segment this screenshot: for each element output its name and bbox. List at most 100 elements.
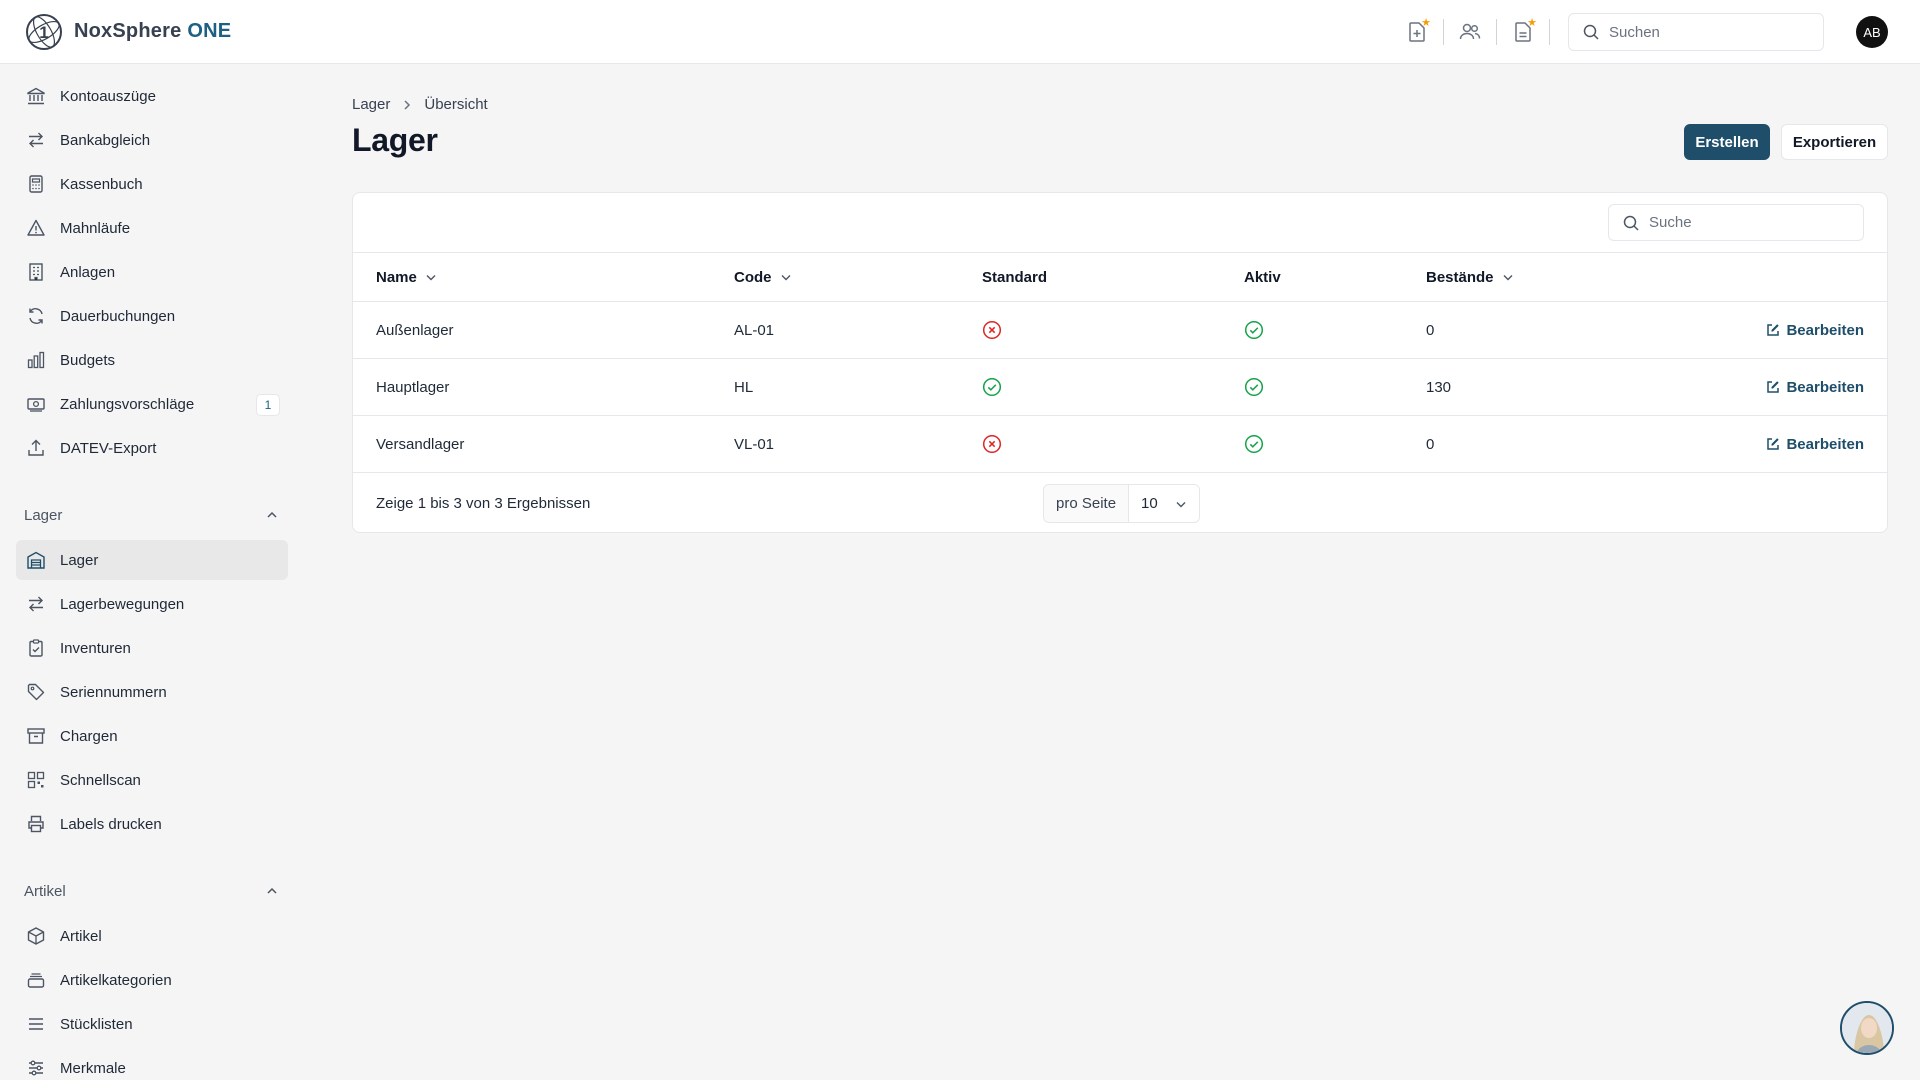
sidebar-item-schnellscan[interactable]: Schnellscan [16,760,288,800]
column-header-standard: Standard [982,268,1048,286]
top-bar: 1 NoxSphereONE ★ ★ AB [0,0,1920,64]
sidebar-item-anlagen[interactable]: Anlagen [16,252,288,292]
sidebar-item-stuecklisten[interactable]: Stücklisten [16,1004,288,1044]
table-search-input[interactable] [1649,214,1839,231]
qr-code-icon [26,770,46,790]
sidebar-item-label: Labels drucken [60,815,162,833]
sidebar-item-labels-drucken[interactable]: Labels drucken [16,804,288,844]
column-header-aktiv: Aktiv [1244,268,1281,286]
sidebar-item-label: Budgets [60,351,116,369]
table-search[interactable] [1608,204,1864,241]
sidebar-item-label: Mahnläufe [60,219,131,237]
cell-code: AL-01 [734,321,775,339]
star-icon: ★ [1421,17,1431,29]
chevron-down-icon [780,271,792,283]
edit-icon [1766,380,1780,394]
divider [1549,19,1550,45]
sidebar-item-seriennummern[interactable]: Seriennummern [16,672,288,712]
edit-button[interactable]: Bearbeiten [1766,359,1864,415]
refresh-icon [26,306,46,326]
sliders-icon [26,1058,46,1078]
sidebar-section-label: Artikel [24,882,66,900]
brand[interactable]: 1 NoxSphere ONE [24,12,231,52]
global-search[interactable] [1568,13,1824,51]
building-icon [26,262,46,282]
per-page-select[interactable]: pro Seite 10 [1043,484,1201,523]
table-header: Name Code Standard Aktiv Bestände [353,252,1887,302]
sidebar-item-label: Schnellscan [60,771,141,789]
archive-icon [26,726,46,746]
column-header-name[interactable]: Name [376,253,437,301]
assistant-portrait-icon [1842,1003,1892,1053]
chevron-down-icon [1502,271,1514,283]
sidebar-item-dauerbuchungen[interactable]: Dauerbuchungen [16,296,288,336]
sidebar-item-bankabgleich[interactable]: Bankabgleich [16,120,288,160]
cube-icon [26,926,46,946]
count-badge: 1 [256,394,280,416]
edit-icon [1766,437,1780,451]
arrows-exchange-icon [26,130,46,150]
breadcrumb-link-lager[interactable]: Lager [352,96,390,113]
documents-button[interactable]: ★ [1497,12,1549,52]
bank-icon [26,86,46,106]
search-icon [1623,215,1639,231]
sidebar-item-label: Stücklisten [60,1015,133,1033]
column-header-code[interactable]: Code [734,253,792,301]
chevron-up-icon [267,511,277,518]
sidebar-item-inventuren[interactable]: Inventuren [16,628,288,668]
sidebar-item-kassenbuch[interactable]: Kassenbuch [16,164,288,204]
per-page-dropdown[interactable]: 10 [1129,485,1200,522]
sidebar-item-label: Anlagen [60,263,116,281]
upload-icon [26,438,46,458]
printer-icon [26,814,46,834]
sidebar-item-merkmale[interactable]: Merkmale [16,1048,288,1080]
sidebar-item-zahlungsvorschlaege[interactable]: Zahlungsvorschläge 1 [16,384,288,424]
sidebar-item-chargen[interactable]: Chargen [16,716,288,756]
cell-code: VL-01 [734,435,775,453]
sidebar-item-label: Dauerbuchungen [60,307,176,325]
sidebar-item-budgets[interactable]: Budgets [16,340,288,380]
clipboard-check-icon [26,638,46,658]
chevron-down-icon [425,271,437,283]
sidebar-item-lager[interactable]: Lager [16,540,288,580]
brand-logo-text: 1 [39,23,48,42]
sidebar-item-datev-export[interactable]: DATEV-Export [16,428,288,468]
edit-button[interactable]: Bearbeiten [1766,416,1864,472]
create-button[interactable]: Erstellen [1684,124,1770,160]
cell-name: Außenlager [376,321,454,339]
edit-label: Bearbeiten [1786,435,1864,453]
sidebar-item-label: DATEV-Export [60,439,157,457]
global-search-input[interactable] [1609,23,1799,41]
edit-label: Bearbeiten [1786,378,1864,396]
sidebar-item-label: Kontoauszüge [60,87,156,105]
sidebar-item-label: Inventuren [60,639,131,657]
table-row: Versandlager VL-01 0 Bearbeiten [353,416,1887,473]
sidebar-item-label: Chargen [60,727,118,745]
edit-button[interactable]: Bearbeiten [1766,302,1864,358]
sidebar-item-artikelkategorien[interactable]: Artikelkategorien [16,960,288,1000]
cell-bestaende: 130 [1426,378,1452,396]
column-header-bestaende[interactable]: Bestände [1426,253,1514,301]
table-row: Außenlager AL-01 0 Bearbeiten [353,302,1887,359]
sidebar-section-artikel[interactable]: Artikel [24,876,278,906]
sidebar-section-lager[interactable]: Lager [24,500,278,530]
sidebar-item-mahnlaeufe[interactable]: Mahnläufe [16,208,288,248]
users-button[interactable] [1444,12,1496,52]
sidebar-item-label: Artikel [60,927,102,945]
chevron-up-icon [267,887,277,894]
export-button[interactable]: Exportieren [1781,124,1888,160]
new-document-button[interactable]: ★ [1391,12,1443,52]
page-title: Lager [352,122,438,158]
chevron-right-icon [402,99,412,111]
sidebar-item-lagerbewegungen[interactable]: Lagerbewegungen [16,584,288,624]
money-icon [26,394,46,414]
breadcrumb: Lager Übersicht [352,96,488,113]
warehouse-icon [26,550,46,570]
assistant-avatar[interactable] [1840,1001,1894,1055]
user-avatar[interactable]: AB [1856,16,1888,48]
star-icon: ★ [1527,17,1537,29]
chevron-down-icon [1176,501,1186,507]
sidebar-item-artikel[interactable]: Artikel [16,916,288,956]
sidebar-item-kontoauszuege[interactable]: Kontoauszüge [16,76,288,116]
table-footer: Zeige 1 bis 3 von 3 Ergebnissen pro Seit… [353,473,1887,532]
